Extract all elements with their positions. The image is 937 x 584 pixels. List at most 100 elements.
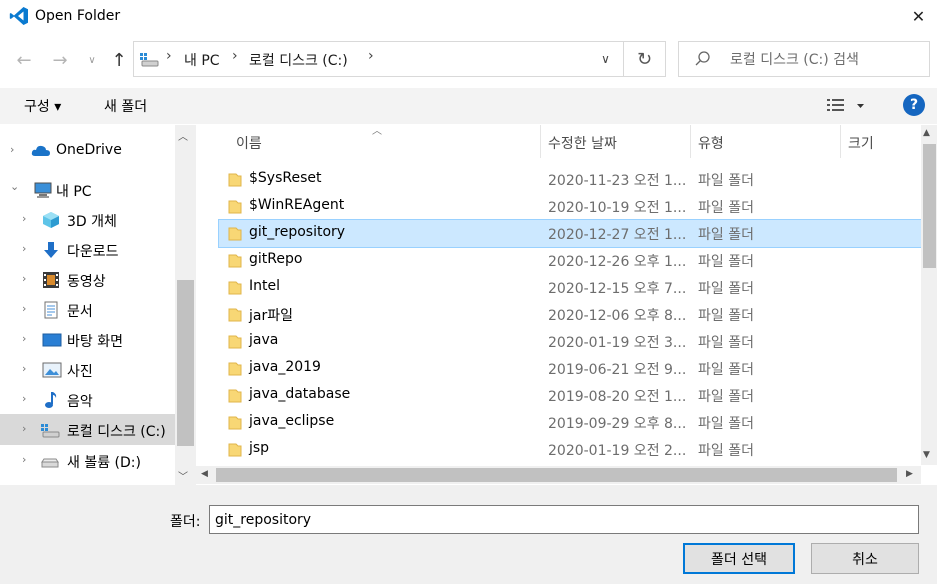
column-divider[interactable]	[540, 125, 541, 158]
breadcrumb-separator[interactable]: ›	[368, 48, 374, 64]
film-icon	[42, 271, 60, 289]
file-row[interactable]: jsp 2020-01-19 오전 2... 파일 폴더	[219, 436, 921, 463]
file-date: 2020-10-19 오전 1...	[548, 200, 687, 216]
sidebar-item-videos[interactable]: › 동영상	[0, 265, 175, 295]
sidebar-item-local-disk-c[interactable]: › 로컬 디스크 (C:)	[0, 415, 175, 445]
address-dropdown-button[interactable]: ∨	[588, 41, 623, 77]
chevron-right-icon[interactable]: ›	[22, 422, 26, 435]
sidebar-item-pictures[interactable]: › 사진	[0, 355, 175, 385]
cancel-button[interactable]: 취소	[811, 543, 919, 574]
file-date: 2020-12-15 오후 7...	[548, 281, 687, 297]
file-type: 파일 폴더	[698, 281, 754, 297]
file-row[interactable]: Intel 2020-12-15 오후 7... 파일 폴더	[219, 274, 921, 301]
view-options-button[interactable]	[826, 96, 866, 116]
column-name[interactable]: 이름	[236, 133, 262, 153]
back-button[interactable]: ←	[8, 44, 40, 76]
chevron-right-icon[interactable]: ›	[10, 143, 14, 156]
breadcrumb-local-disk[interactable]: 로컬 디스크 (C:)	[249, 50, 348, 70]
scroll-down-icon[interactable]: ﹀	[178, 468, 188, 483]
chevron-down-icon: ∨	[88, 54, 96, 66]
forward-button[interactable]: →	[44, 44, 76, 76]
file-type: 파일 폴더	[698, 227, 754, 243]
sidebar-item-documents[interactable]: › 문서	[0, 295, 175, 325]
file-type: 파일 폴더	[698, 362, 754, 378]
search-icon	[693, 49, 713, 69]
close-button[interactable]: ✕	[900, 0, 937, 32]
sidebar-item-desktop[interactable]: › 바탕 화면	[0, 325, 175, 355]
file-date: 2020-11-23 오전 1...	[548, 173, 687, 189]
scroll-down-icon[interactable]: ▼	[923, 450, 930, 460]
new-folder-button[interactable]: 새 폴더	[104, 96, 147, 116]
folder-icon	[228, 307, 242, 323]
folder-name-input[interactable]	[209, 505, 919, 534]
computer-icon	[139, 50, 159, 68]
chevron-right-icon[interactable]: ›	[22, 242, 26, 255]
up-button[interactable]: ↑	[105, 44, 133, 76]
file-date: 2019-08-20 오전 1...	[548, 389, 687, 405]
file-row-selected[interactable]: git_repository 2020-12-27 오전 1... 파일 폴더	[218, 219, 922, 248]
sidebar-item-new-volume-d[interactable]: › 새 볼륨 (D:)	[0, 446, 175, 476]
chevron-right-icon[interactable]: ›	[22, 272, 26, 285]
file-row[interactable]: java_database 2019-08-20 오전 1... 파일 폴더	[219, 382, 921, 409]
file-name: java_database	[249, 386, 351, 402]
column-divider[interactable]	[840, 125, 841, 158]
scroll-right-icon[interactable]: ▶	[906, 469, 913, 479]
file-row[interactable]: $WinREAgent 2020-10-19 오전 1... 파일 폴더	[219, 193, 921, 220]
folder-icon	[228, 388, 242, 404]
file-row[interactable]: java 2020-01-19 오전 3... 파일 폴더	[219, 328, 921, 355]
file-name: git_repository	[249, 224, 346, 240]
recent-locations-button[interactable]: ∨	[82, 44, 102, 76]
sidebar-item-3d-objects[interactable]: › 3D 개체	[0, 205, 175, 235]
file-name: jar파일	[249, 308, 293, 324]
file-list-scrollbar-thumb[interactable]	[923, 144, 936, 268]
file-name: java_eclipse	[249, 413, 335, 429]
sidebar-item-label: OneDrive	[56, 142, 122, 158]
arrow-right-icon: →	[52, 49, 68, 71]
scroll-up-icon[interactable]: ︿	[178, 128, 188, 143]
folder-icon	[228, 199, 242, 215]
help-button[interactable]: ?	[903, 94, 925, 116]
breadcrumb-separator[interactable]: ›	[166, 48, 172, 64]
cube-icon	[42, 211, 60, 229]
file-date: 2020-12-06 오후 8...	[548, 308, 687, 324]
column-type[interactable]: 유형	[698, 133, 724, 153]
chevron-right-icon[interactable]: ›	[22, 332, 26, 345]
nav-scrollbar-thumb[interactable]	[177, 280, 194, 446]
file-row[interactable]: $SysReset 2020-11-23 오전 1... 파일 폴더	[219, 166, 921, 193]
chevron-right-icon[interactable]: ›	[22, 453, 26, 466]
file-date: 2020-12-27 오전 1...	[548, 227, 687, 243]
file-row[interactable]: gitRepo 2020-12-26 오후 1... 파일 폴더	[219, 247, 921, 274]
sidebar-item-my-pc[interactable]: ⌄ 내 PC	[0, 175, 175, 205]
scroll-left-icon[interactable]: ◀	[201, 469, 208, 479]
column-divider[interactable]	[690, 125, 691, 158]
chevron-right-icon[interactable]: ›	[22, 302, 26, 315]
refresh-button[interactable]: ↻	[623, 41, 666, 77]
breadcrumb-separator[interactable]: ›	[232, 48, 238, 64]
computer-icon	[33, 181, 52, 199]
file-type: 파일 폴더	[698, 443, 754, 459]
column-size[interactable]: 크기	[848, 133, 874, 153]
select-folder-button[interactable]: 폴더 선택	[683, 543, 795, 574]
sidebar-item-music[interactable]: › 음악	[0, 385, 175, 415]
file-type: 파일 폴더	[698, 173, 754, 189]
file-row[interactable]: java_eclipse 2019-09-29 오후 8... 파일 폴더	[219, 409, 921, 436]
chevron-down-icon[interactable]: ⌄	[10, 180, 19, 193]
chevron-right-icon[interactable]: ›	[22, 362, 26, 375]
arrow-up-icon: ↑	[111, 49, 127, 71]
chevron-right-icon[interactable]: ›	[22, 392, 26, 405]
horizontal-scrollbar-thumb[interactable]	[216, 468, 897, 482]
file-row[interactable]: jar파일 2020-12-06 오후 8... 파일 폴더	[219, 301, 921, 328]
arrow-left-icon: ←	[16, 49, 32, 71]
chevron-down-icon: ∨	[601, 52, 610, 66]
breadcrumb-my-pc[interactable]: 내 PC	[184, 50, 220, 70]
sidebar-item-downloads[interactable]: › 다운로드	[0, 235, 175, 265]
sidebar-item-label: 바탕 화면	[67, 334, 123, 350]
file-row[interactable]: java_2019 2019-06-21 오전 9... 파일 폴더	[219, 355, 921, 382]
column-date[interactable]: 수정한 날짜	[548, 133, 617, 153]
sidebar-item-onedrive[interactable]: › OneDrive	[0, 136, 175, 166]
folder-label: 폴더:	[170, 514, 201, 530]
help-icon: ?	[909, 97, 919, 113]
chevron-right-icon[interactable]: ›	[22, 212, 26, 225]
organize-button[interactable]: 구성 ▾	[24, 96, 61, 116]
scroll-up-icon[interactable]: ▲	[923, 128, 930, 138]
